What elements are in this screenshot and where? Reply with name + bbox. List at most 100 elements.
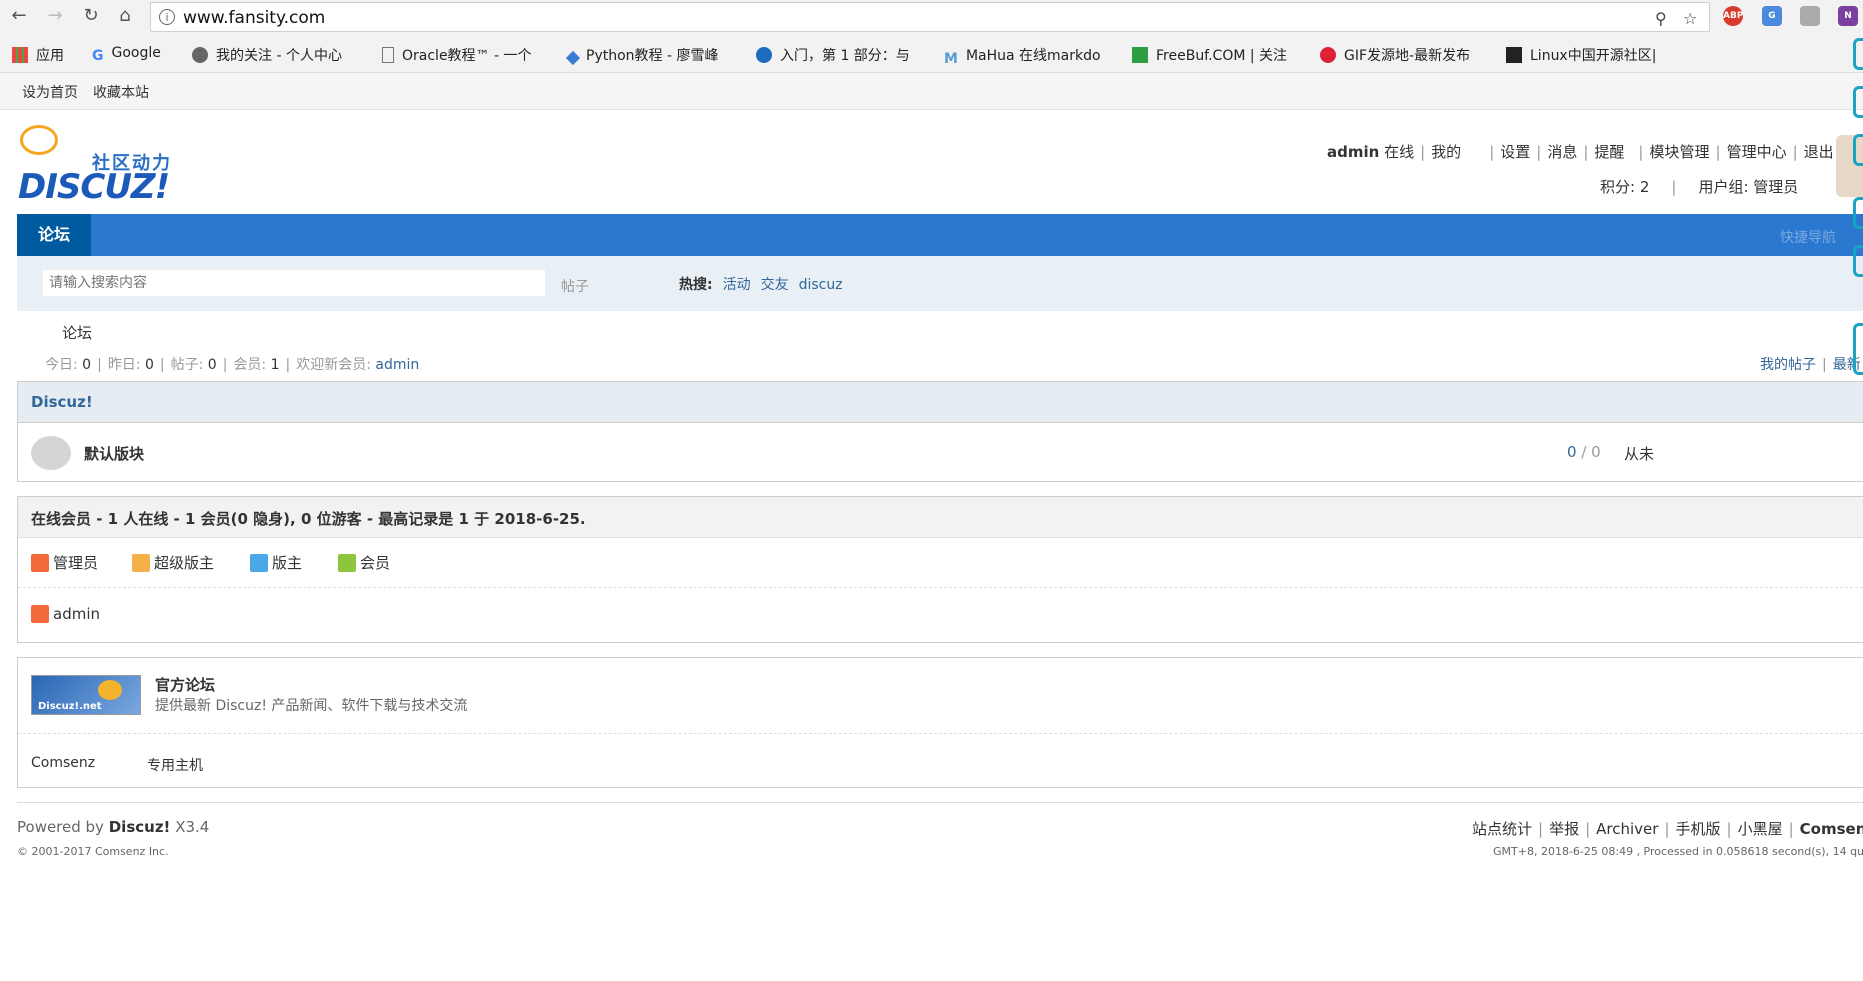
bookmark-item[interactable]: FreeBuf.COM | 关注 [1132, 45, 1287, 65]
office-icon[interactable] [1800, 6, 1820, 26]
search-type-select[interactable]: 帖子 [561, 276, 589, 296]
bookmark-site-link[interactable]: 收藏本站 [93, 82, 149, 102]
gif-icon [1320, 47, 1336, 63]
bookmark-item[interactable]: 我的关注 - 个人中心 [192, 45, 342, 65]
footer-info: GMT+8, 2018-6-25 08:49 , Processed in 0.… [1493, 845, 1863, 858]
translate-icon[interactable]: G [1762, 6, 1782, 26]
online-user[interactable]: admin [31, 605, 100, 623]
legend-super-mod: 超级版主 [132, 552, 214, 573]
rocket-icon [565, 50, 581, 66]
side-float-icon[interactable] [1853, 245, 1863, 277]
back-icon[interactable]: ← [8, 5, 30, 27]
my-link[interactable]: 我的 [1431, 143, 1461, 161]
tab-forum[interactable]: 论坛 [17, 214, 91, 256]
archiver-link[interactable]: Archiver [1596, 820, 1658, 838]
version-text: X3.4 [175, 818, 210, 836]
bookmark-item[interactable]: Linux中国开源社区| [1506, 45, 1656, 65]
forum-bubble-icon[interactable] [31, 436, 71, 470]
side-float-icon[interactable] [1853, 323, 1863, 375]
onenote-icon[interactable]: N [1838, 6, 1858, 26]
main-nav: 论坛 快捷导航 [17, 214, 1863, 256]
online-title[interactable]: 在线会员 - 1 人在线 - 1 会员(0 隐身), 0 位游客 - 最高记录是… [31, 508, 586, 529]
module-manage-link[interactable]: 模块管理 [1649, 143, 1709, 161]
key-icon[interactable]: ⚲ [1655, 9, 1667, 28]
user-links: admin 在线 | 我的 | 设置 | 消息 | 提醒 | 模块管理 | 管理中心 | 退出 [1327, 143, 1834, 161]
comsenz-link[interactable]: Comsenz [31, 755, 95, 771]
search-input[interactable] [43, 270, 545, 296]
hot-search-label: 热搜: [679, 277, 713, 293]
legend-admin: 管理员 [31, 552, 98, 573]
mod-user-icon [250, 554, 268, 572]
browser-toolbar: ← → ↻ ⌂ i www.fansity.com ⚲ ☆ ABP G N [0, 0, 1863, 34]
bookmark-item[interactable]: M MaHua 在线markdo [944, 45, 1101, 67]
usergroup-text[interactable]: 用户组: 管理员 [1698, 178, 1798, 196]
linux-icon [1506, 47, 1522, 63]
freebuf-icon [1132, 47, 1148, 63]
notices-link[interactable]: 提醒 [1594, 143, 1624, 161]
forum-name-link[interactable]: 默认版块 [84, 443, 144, 464]
adblock-icon[interactable]: ABP [1723, 6, 1743, 26]
discuz-net-logo[interactable]: Discuz!.net [31, 675, 141, 715]
side-float-icon[interactable] [1853, 134, 1863, 166]
divider [18, 587, 1863, 588]
logo-brand: DISCUZ! [18, 167, 170, 207]
logo-sun-icon [98, 680, 122, 700]
messages-link[interactable]: 消息 [1547, 143, 1577, 161]
comsenz-footer-link[interactable]: Comsenz [1800, 820, 1863, 838]
set-home-link[interactable]: 设为首页 [22, 82, 78, 102]
today-count: 0 [82, 357, 92, 373]
points-text[interactable]: 积分: 2 [1600, 178, 1649, 196]
site-logo[interactable]: 社区动力 DISCUZ! [18, 123, 188, 207]
copyright: © 2001-2017 Comsenz Inc. [17, 845, 169, 858]
hot-keyword[interactable]: discuz [799, 277, 843, 293]
reload-icon[interactable]: ↻ [80, 5, 102, 27]
address-bar[interactable]: i www.fansity.com ⚲ ☆ [150, 2, 1710, 32]
hot-search: 热搜: 活动 交友 discuz [679, 274, 843, 294]
logout-link[interactable]: 退出 [1804, 143, 1834, 161]
breadcrumb[interactable]: 论坛 [62, 322, 92, 343]
official-forum-desc: 提供最新 Discuz! 产品新闻、软件下载与技术交流 [155, 698, 468, 714]
category-header: Discuz! [18, 382, 1863, 423]
members-count: 1 [270, 357, 280, 373]
info-icon[interactable]: i [159, 9, 175, 25]
apps-icon [12, 47, 28, 63]
divider [18, 733, 1863, 734]
forum-row: 默认版块 0 / 0 从未 [18, 422, 1863, 482]
discuz-link[interactable]: Discuz! [109, 818, 171, 836]
google-icon: G [92, 48, 104, 64]
side-float-icon[interactable] [1853, 38, 1863, 70]
forum-category: Discuz! 默认版块 0 / 0 从未 [17, 381, 1863, 482]
bookmark-item[interactable]: GIF发源地-最新发布 [1320, 45, 1470, 65]
bookmark-item[interactable]: Oracle教程™ - 一个 [382, 45, 532, 65]
category-title[interactable]: Discuz! [31, 393, 93, 411]
new-member-link[interactable]: admin [375, 357, 419, 373]
online-members: 在线会员 - 1 人在线 - 1 会员(0 隐身), 0 位游客 - 最高记录是… [17, 496, 1863, 643]
star-icon[interactable]: ☆ [1683, 9, 1697, 28]
my-posts-link[interactable]: 我的帖子 [1760, 357, 1816, 373]
hosting-link[interactable]: 专用主机 [147, 755, 203, 775]
side-float-icon[interactable] [1853, 86, 1863, 118]
bookmark-item[interactable]: 入门，第 1 部分：与 [756, 45, 910, 65]
bookmark-item[interactable]: Python教程 - 廖雪峰 [565, 45, 718, 66]
forward-icon[interactable]: → [44, 5, 66, 27]
legend-mod: 版主 [250, 552, 302, 573]
home-icon[interactable]: ⌂ [114, 5, 136, 27]
hot-keyword[interactable]: 交友 [761, 277, 789, 293]
username-link[interactable]: admin [1327, 143, 1379, 161]
mobile-link[interactable]: 手机版 [1676, 820, 1721, 838]
super-mod-user-icon [132, 554, 150, 572]
stats-link[interactable]: 站点统计 [1472, 820, 1532, 838]
blacklist-link[interactable]: 小黑屋 [1738, 820, 1783, 838]
admin-center-link[interactable]: 管理中心 [1727, 143, 1787, 161]
url-text[interactable]: www.fansity.com [183, 8, 325, 28]
legend-member: 会员 [338, 552, 390, 573]
official-forum-link[interactable]: 官方论坛 [155, 674, 215, 695]
quick-nav-link[interactable]: 快捷导航 [1780, 227, 1836, 247]
hot-keyword[interactable]: 活动 [723, 277, 751, 293]
bookmark-apps[interactable]: 应用 [12, 45, 64, 65]
report-link[interactable]: 举报 [1549, 820, 1579, 838]
settings-link[interactable]: 设置 [1500, 143, 1530, 161]
footer-divider [17, 802, 1863, 803]
side-float-icon[interactable] [1853, 197, 1863, 229]
bookmark-item[interactable]: G Google [92, 45, 161, 64]
